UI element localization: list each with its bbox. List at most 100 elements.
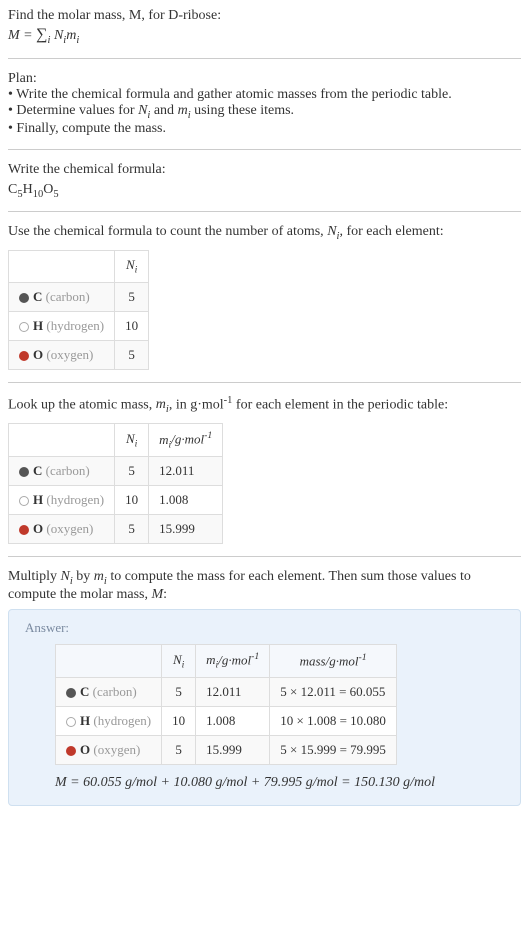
element-symbol: C — [33, 463, 42, 478]
table-row: O (oxygen) 5 15.999 5 × 15.999 = 79.995 — [56, 735, 397, 764]
element-cell: O (oxygen) — [9, 340, 115, 369]
table-header-row: Ni mi/g·mol-1 mass/g·mol-1 — [56, 644, 397, 677]
element-name: (carbon) — [46, 463, 90, 478]
mass-title: Look up the atomic mass, mi, in g·mol-1 … — [8, 395, 521, 415]
divider — [8, 149, 521, 150]
table-row: C (carbon) 5 12.011 5 × 12.011 = 60.055 — [56, 677, 397, 706]
divider — [8, 58, 521, 59]
mass-table: Ni mi/g·mol-1 C (carbon) 5 12.011 H (hyd… — [8, 423, 223, 544]
count-title: Use the chemical formula to count the nu… — [8, 224, 521, 242]
n-value: 5 — [115, 282, 149, 311]
element-symbol: C — [33, 289, 42, 304]
element-symbol: O — [33, 347, 43, 362]
n-value: 5 — [162, 735, 196, 764]
n-value: 10 — [115, 486, 149, 515]
element-name: (carbon) — [46, 289, 90, 304]
oxygen-dot-icon — [19, 351, 29, 361]
element-cell: C (carbon) — [56, 677, 162, 706]
element-name: (oxygen) — [46, 347, 93, 362]
n-header: Ni — [162, 644, 196, 677]
table-row: C (carbon) 5 12.011 — [9, 457, 223, 486]
empty-header — [9, 251, 115, 283]
element-name: (hydrogen) — [93, 713, 151, 728]
element-cell: H (hydrogen) — [9, 486, 115, 515]
n-header: Ni — [115, 424, 149, 457]
table-row: O (oxygen) 5 — [9, 340, 149, 369]
mass-header: mass/g·mol-1 — [270, 644, 397, 677]
element-cell: O (oxygen) — [56, 735, 162, 764]
element-name: (oxygen) — [46, 521, 93, 536]
answer-label: Answer: — [25, 620, 504, 636]
element-symbol: H — [80, 713, 90, 728]
element-cell: C (carbon) — [9, 457, 115, 486]
element-cell: C (carbon) — [9, 282, 115, 311]
multiply-title: Multiply Ni by mi to compute the mass fo… — [8, 569, 521, 603]
element-name: (hydrogen) — [46, 318, 104, 333]
element-name: (oxygen) — [93, 742, 140, 757]
multiply-section: Multiply Ni by mi to compute the mass fo… — [8, 569, 521, 603]
mass-section: Look up the atomic mass, mi, in g·mol-1 … — [8, 395, 521, 544]
element-symbol: H — [33, 318, 43, 333]
empty-header — [56, 644, 162, 677]
hydrogen-dot-icon — [19, 322, 29, 332]
hydrogen-dot-icon — [19, 496, 29, 506]
element-cell: H (hydrogen) — [9, 311, 115, 340]
element-symbol: H — [33, 492, 43, 507]
calc-value: 5 × 15.999 = 79.995 — [270, 735, 397, 764]
table-row: O (oxygen) 5 15.999 — [9, 515, 223, 544]
calc-value: 10 × 1.008 = 10.080 — [270, 706, 397, 735]
table-header-row: Ni — [9, 251, 149, 283]
hydrogen-dot-icon — [66, 717, 76, 727]
carbon-dot-icon — [66, 688, 76, 698]
m-header: mi/g·mol-1 — [149, 424, 223, 457]
plan-item: • Finally, compute the mass. — [8, 121, 521, 137]
answer-table: Ni mi/g·mol-1 mass/g·mol-1 C (carbon) 5 … — [55, 644, 397, 765]
n-value: 10 — [162, 706, 196, 735]
intro-line1: Find the molar mass, M, for D-ribose: — [8, 8, 521, 24]
answer-box: Answer: Ni mi/g·mol-1 mass/g·mol-1 C (ca… — [8, 609, 521, 806]
plan-title: Plan: — [8, 71, 521, 87]
table-header-row: Ni mi/g·mol-1 — [9, 424, 223, 457]
plan-item: • Determine values for Ni and mi using t… — [8, 103, 521, 121]
formula-title: Write the chemical formula: — [8, 162, 521, 178]
m-value: 1.008 — [196, 706, 270, 735]
divider — [8, 556, 521, 557]
n-value: 5 — [115, 457, 149, 486]
n-value: 10 — [115, 311, 149, 340]
table-row: H (hydrogen) 10 1.008 — [9, 486, 223, 515]
final-result: M = 60.055 g/mol + 10.080 g/mol + 79.995… — [55, 775, 504, 791]
m-value: 15.999 — [149, 515, 223, 544]
n-value: 5 — [162, 677, 196, 706]
count-section: Use the chemical formula to count the nu… — [8, 224, 521, 369]
oxygen-dot-icon — [66, 746, 76, 756]
element-name: (carbon) — [93, 684, 137, 699]
n-value: 5 — [115, 340, 149, 369]
count-table: Ni C (carbon) 5 H (hydrogen) 10 O (oxyge… — [8, 250, 149, 370]
plan-section: Plan: • Write the chemical formula and g… — [8, 71, 521, 137]
carbon-dot-icon — [19, 293, 29, 303]
element-symbol: O — [80, 742, 90, 757]
m-value: 1.008 — [149, 486, 223, 515]
m-value: 12.011 — [196, 677, 270, 706]
formula-section: Write the chemical formula: C5H10O5 — [8, 162, 521, 200]
oxygen-dot-icon — [19, 525, 29, 535]
element-name: (hydrogen) — [46, 492, 104, 507]
element-cell: H (hydrogen) — [56, 706, 162, 735]
n-header: Ni — [115, 251, 149, 283]
intro-section: Find the molar mass, M, for D-ribose: M … — [8, 8, 521, 46]
plan-item: • Write the chemical formula and gather … — [8, 87, 521, 103]
divider — [8, 382, 521, 383]
m-header: mi/g·mol-1 — [196, 644, 270, 677]
n-value: 5 — [115, 515, 149, 544]
m-value: 12.011 — [149, 457, 223, 486]
table-row: H (hydrogen) 10 — [9, 311, 149, 340]
calc-value: 5 × 12.011 = 60.055 — [270, 677, 397, 706]
chemical-formula: C5H10O5 — [8, 182, 521, 200]
divider — [8, 211, 521, 212]
table-row: H (hydrogen) 10 1.008 10 × 1.008 = 10.08… — [56, 706, 397, 735]
element-cell: O (oxygen) — [9, 515, 115, 544]
element-symbol: C — [80, 684, 89, 699]
intro-formula: M = ∑i Nimi — [8, 26, 521, 46]
table-row: C (carbon) 5 — [9, 282, 149, 311]
empty-header — [9, 424, 115, 457]
